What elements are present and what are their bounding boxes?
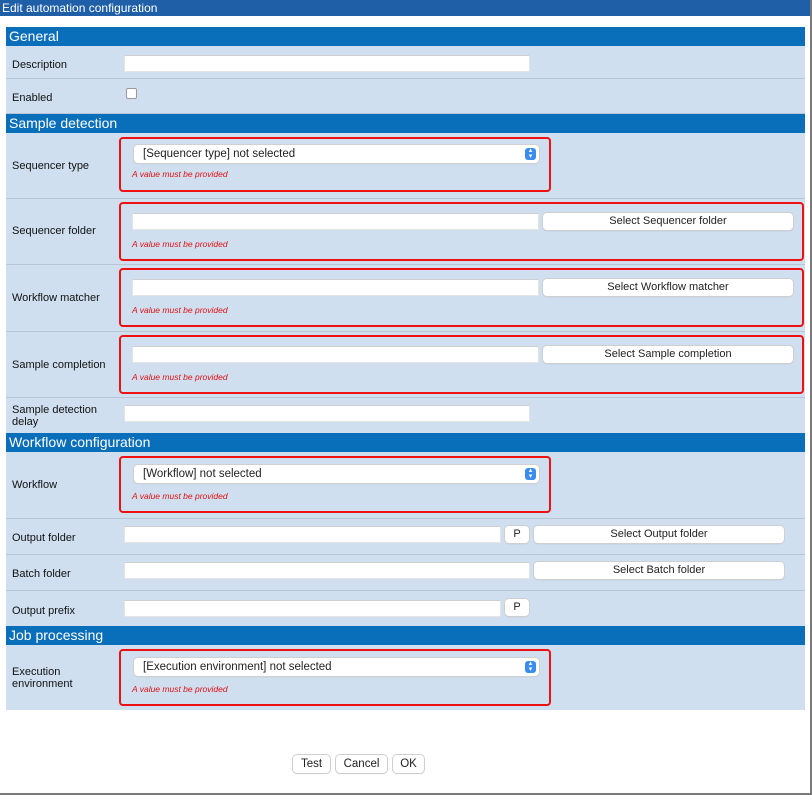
row-batch-folder: Batch folder Select Batch folder xyxy=(6,555,805,591)
sample-completion-label: Sample completion xyxy=(12,359,106,371)
select-arrows-icon: ▴ ▾ xyxy=(525,147,536,160)
workflow-required-box: [Workflow] not selected ▴ ▾ A value must … xyxy=(119,456,551,513)
sequencer-folder-input[interactable] xyxy=(132,213,539,230)
select-arrows-icon: ▴ ▾ xyxy=(525,660,536,673)
select-batch-folder-button[interactable]: Select Batch folder xyxy=(534,562,784,579)
output-prefix-p-button[interactable]: P xyxy=(505,599,529,616)
output-folder-label: Output folder xyxy=(12,532,76,544)
sequencer-type-error: A value must be provided xyxy=(132,169,228,179)
execution-environment-error: A value must be provided xyxy=(132,684,228,694)
cancel-button[interactable]: Cancel xyxy=(336,755,387,773)
execution-environment-label-line1: Execution xyxy=(12,666,61,678)
row-output-folder: Output folder P Select Output folder xyxy=(6,519,805,555)
test-button[interactable]: Test xyxy=(293,755,330,773)
description-input[interactable] xyxy=(124,55,530,72)
form: General Description Enabled Sample detec… xyxy=(6,27,805,710)
workflow-matcher-label: Workflow matcher xyxy=(12,292,100,304)
sample-detection-delay-input[interactable] xyxy=(124,405,530,422)
output-folder-input[interactable] xyxy=(124,526,501,543)
section-header-general: General xyxy=(6,27,805,46)
enabled-label: Enabled xyxy=(12,92,53,104)
dialog-title: Edit automation configuration xyxy=(0,0,810,16)
select-sequencer-folder-button[interactable]: Select Sequencer folder xyxy=(543,213,793,230)
enabled-checkbox[interactable] xyxy=(126,88,137,99)
sequencer-type-required-box: [Sequencer type] not selected ▴ ▾ A value… xyxy=(119,137,551,192)
workflow-matcher-required-box: Select Workflow matcher A value must be … xyxy=(119,268,804,327)
sample-completion-required-box: Select Sample completion A value must be… xyxy=(119,335,804,394)
workflow-matcher-error: A value must be provided xyxy=(132,305,228,315)
select-workflow-matcher-button[interactable]: Select Workflow matcher xyxy=(543,279,793,296)
batch-folder-label: Batch folder xyxy=(12,568,71,580)
section-header-job-processing: Job processing xyxy=(6,626,805,645)
execution-environment-label-line2: environment xyxy=(12,678,73,690)
sequencer-folder-label: Sequencer folder xyxy=(12,225,96,237)
select-arrows-icon: ▴ ▾ xyxy=(525,467,536,480)
batch-folder-input[interactable] xyxy=(124,562,530,579)
execution-environment-label: Execution environment xyxy=(12,666,73,690)
description-label: Description xyxy=(12,59,68,71)
select-sample-completion-button[interactable]: Select Sample completion xyxy=(543,346,793,363)
sample-completion-error: A value must be provided xyxy=(132,372,228,382)
row-sequencer-folder: Sequencer folder Select Sequencer folder… xyxy=(6,199,805,265)
ok-button[interactable]: OK xyxy=(393,755,424,773)
execution-environment-selected: [Execution environment] not selected xyxy=(143,661,332,673)
sequencer-folder-error: A value must be provided xyxy=(132,239,228,249)
sample-detection-delay-label: Sample detection delay xyxy=(12,404,97,428)
select-output-folder-button[interactable]: Select Output folder xyxy=(534,526,784,543)
row-execution-environment: Execution environment [Execution environ… xyxy=(6,645,805,710)
row-output-prefix: Output prefix P xyxy=(6,591,805,626)
output-prefix-input[interactable] xyxy=(124,600,501,617)
row-sequencer-type: Sequencer type [Sequencer type] not sele… xyxy=(6,133,805,199)
row-workflow-matcher: Workflow matcher Select Workflow matcher… xyxy=(6,265,805,332)
sequencer-type-label: Sequencer type xyxy=(12,160,90,172)
execution-environment-required-box: [Execution environment] not selected ▴ ▾ … xyxy=(119,649,551,706)
execution-environment-select[interactable]: [Execution environment] not selected ▴ ▾ xyxy=(134,658,539,676)
row-sample-completion: Sample completion Select Sample completi… xyxy=(6,332,805,398)
sample-completion-input[interactable] xyxy=(132,346,539,363)
row-enabled: Enabled xyxy=(6,79,805,114)
workflow-error: A value must be provided xyxy=(132,491,228,501)
workflow-select[interactable]: [Workflow] not selected ▴ ▾ xyxy=(134,465,539,483)
edit-automation-dialog: Edit automation configuration General De… xyxy=(0,0,812,795)
row-description: Description xyxy=(6,46,805,79)
sample-detection-delay-label-line1: Sample detection xyxy=(12,404,97,416)
output-folder-p-button[interactable]: P xyxy=(505,526,529,543)
row-sample-detection-delay: Sample detection delay xyxy=(6,398,805,433)
sequencer-folder-required-box: Select Sequencer folder A value must be … xyxy=(119,202,804,261)
output-prefix-label: Output prefix xyxy=(12,605,75,617)
row-workflow: Workflow [Workflow] not selected ▴ ▾ A va… xyxy=(6,452,805,519)
workflow-selected: [Workflow] not selected xyxy=(143,468,262,480)
workflow-label: Workflow xyxy=(12,479,58,491)
sequencer-type-select[interactable]: [Sequencer type] not selected ▴ ▾ xyxy=(134,145,539,163)
sequencer-type-selected: [Sequencer type] not selected xyxy=(143,148,296,160)
sample-detection-delay-label-line2: delay xyxy=(12,416,39,428)
section-header-sample-detection: Sample detection xyxy=(6,114,805,133)
section-header-workflow-configuration: Workflow configuration xyxy=(6,433,805,452)
workflow-matcher-input[interactable] xyxy=(132,279,539,296)
